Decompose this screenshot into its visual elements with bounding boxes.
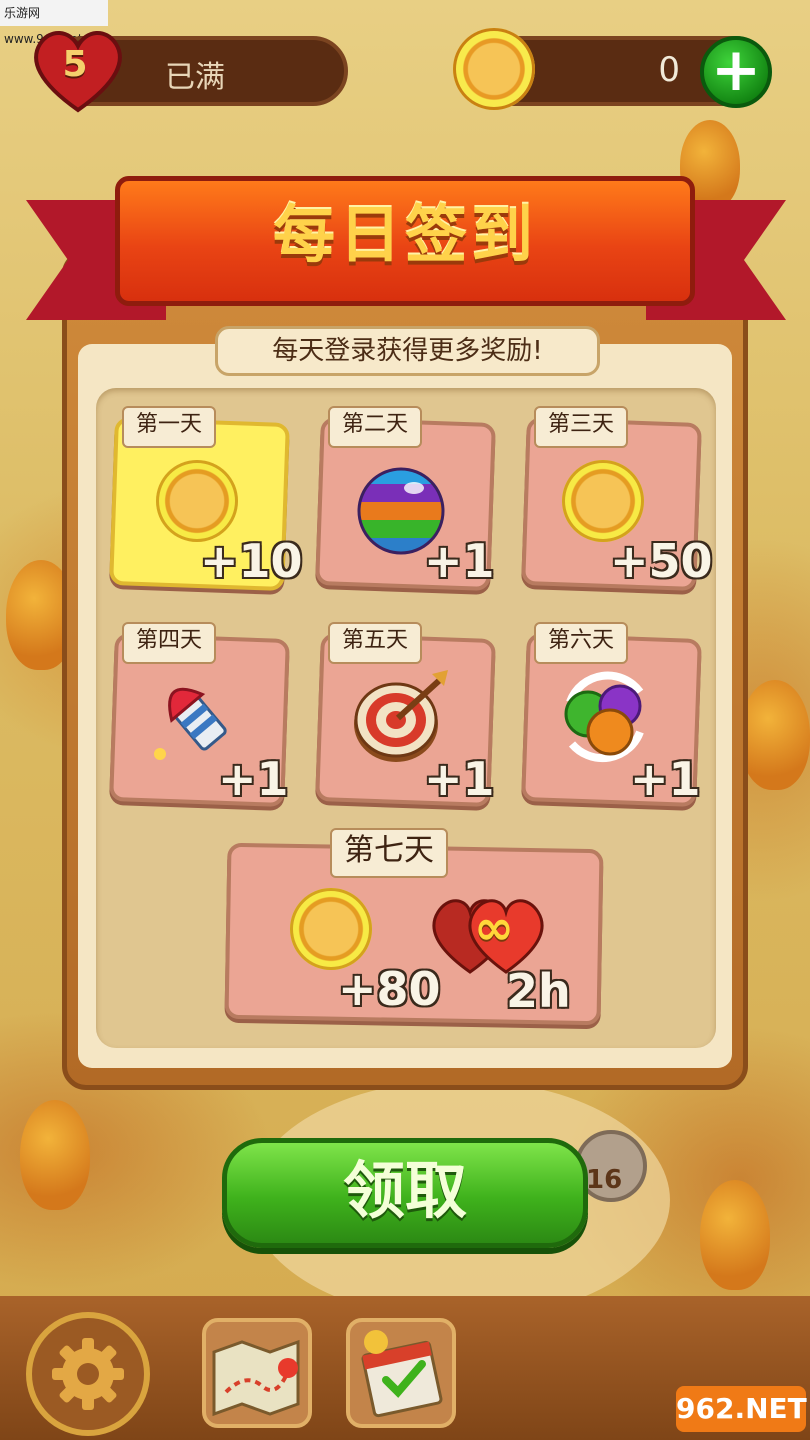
infinity-icon: ∞ (474, 900, 514, 956)
reward-amount: +50 (610, 534, 713, 588)
map-button[interactable] (202, 1318, 312, 1428)
gear-icon (52, 1338, 124, 1410)
reward-amount: +1 (630, 752, 701, 806)
add-coins-button[interactable]: + (700, 36, 772, 108)
map-icon (212, 1339, 300, 1417)
dialog-subtitle: 每天登录获得更多奖励! (215, 326, 600, 376)
gold-coin-icon (290, 888, 372, 970)
autumn-tree (20, 1100, 90, 1210)
reward-amount: +1 (218, 752, 289, 806)
reward-amount: +1 (424, 534, 495, 588)
gold-coin-icon (156, 460, 238, 542)
lives-count: 5 (62, 44, 88, 85)
site-watermark: 乐游网 www.962.net (0, 0, 108, 46)
daily-checkin-button[interactable] (346, 1318, 456, 1428)
autumn-tree (740, 680, 810, 790)
day-label: 第五天 (328, 622, 423, 664)
lives-status: 已满 (165, 60, 225, 95)
day-label: 第七天 (330, 828, 448, 878)
dialog-title: 每日签到 (272, 198, 537, 271)
day-label: 第一天 (122, 406, 217, 448)
gold-coin-icon (453, 28, 535, 110)
reward-amount: +1 (424, 752, 495, 806)
day-label: 第三天 (534, 406, 629, 448)
autumn-tree (700, 1180, 770, 1290)
calendar-check-icon (361, 1330, 443, 1418)
day-label: 第六天 (534, 622, 629, 664)
day-label: 第二天 (328, 406, 423, 448)
unlimited-lives-duration: 2h (506, 964, 571, 1018)
gold-coin-icon (562, 460, 644, 542)
claim-button[interactable]: 领取 (222, 1138, 588, 1248)
coin-count: 0 (658, 50, 680, 90)
reward-amount: +80 (338, 962, 441, 1016)
level-number: 16 (586, 1165, 623, 1195)
day-label: 第四天 (122, 622, 217, 664)
reward-amount: +10 (200, 534, 303, 588)
settings-button[interactable] (26, 1312, 150, 1436)
site-logo: 962.NET (676, 1386, 807, 1432)
